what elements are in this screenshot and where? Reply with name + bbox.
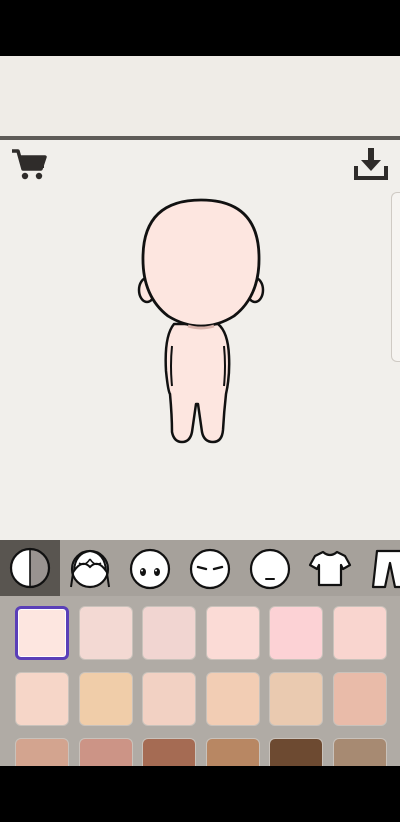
skin-swatch[interactable]	[332, 606, 387, 660]
skin-swatch[interactable]	[15, 738, 69, 766]
shop-button[interactable]	[10, 146, 48, 182]
download-icon	[354, 148, 388, 180]
tab-pants[interactable]	[360, 540, 400, 596]
skin-swatch[interactable]	[142, 672, 196, 726]
character-canvas	[0, 140, 400, 540]
character-body	[164, 322, 231, 444]
half-shaded-face-icon	[9, 547, 51, 589]
tab-mouth[interactable]	[240, 540, 300, 596]
shopping-cart-icon	[12, 149, 47, 180]
side-panel-handle[interactable]	[391, 192, 400, 362]
hair-icon	[70, 549, 110, 589]
shirt-icon	[308, 550, 352, 587]
skin-swatch[interactable]	[332, 672, 387, 726]
skin-swatch[interactable]	[78, 672, 133, 726]
eyes-icon	[129, 548, 171, 590]
skin-swatch[interactable]	[142, 738, 196, 766]
skin-swatch[interactable]	[205, 738, 260, 766]
mouth-icon	[249, 548, 291, 590]
character-preview	[137, 198, 265, 444]
skin-swatch[interactable]	[15, 672, 69, 726]
skin-color-palette	[0, 596, 400, 766]
tab-hair[interactable]	[60, 540, 120, 596]
header-area	[0, 56, 400, 136]
pants-icon	[371, 549, 400, 589]
system-navigation-bar	[0, 766, 400, 822]
skin-swatch[interactable]	[269, 672, 323, 726]
character-head	[141, 198, 261, 328]
tab-eyebrows[interactable]	[180, 540, 240, 596]
tab-shirt[interactable]	[300, 540, 360, 596]
skin-swatch[interactable]	[78, 738, 133, 766]
tab-skin-color[interactable]	[0, 540, 60, 596]
tab-eyes[interactable]	[120, 540, 180, 596]
skin-swatch[interactable]	[78, 606, 133, 660]
eyebrows-icon	[189, 548, 231, 590]
skin-swatch[interactable]	[332, 738, 387, 766]
skin-swatch[interactable]	[205, 672, 260, 726]
system-status-bar	[0, 0, 400, 56]
skin-swatch[interactable]	[269, 606, 323, 660]
skin-swatch[interactable]	[15, 606, 69, 660]
skin-swatch[interactable]	[205, 606, 260, 660]
skin-swatch[interactable]	[269, 738, 323, 766]
skin-swatch[interactable]	[142, 606, 196, 660]
save-download-button[interactable]	[352, 146, 390, 182]
category-tab-bar	[0, 540, 400, 596]
